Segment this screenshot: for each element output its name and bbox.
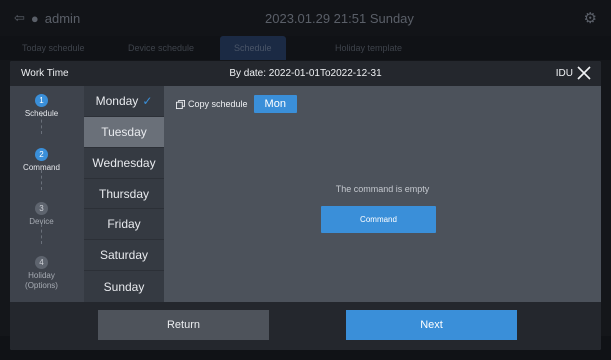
day-item-sunday[interactable]: Sunday: [84, 271, 164, 302]
dialog-header: Work Time By date: 2022-01-01To2022-12-3…: [10, 61, 601, 86]
work-time-dialog: Work Time By date: 2022-01-01To2022-12-3…: [10, 61, 601, 350]
step-holiday[interactable]: 4 Holiday (Options): [10, 256, 73, 291]
day-label: Wednesday: [92, 155, 156, 170]
exit-icon: ⇦: [14, 10, 25, 25]
step-number-badge: 4: [35, 256, 48, 269]
day-item-friday[interactable]: Friday: [84, 209, 164, 241]
step-device[interactable]: 3 Device: [10, 202, 73, 226]
day-item-saturday[interactable]: Saturday: [84, 240, 164, 272]
day-label: Tuesday: [101, 124, 147, 139]
copy-icon: [176, 99, 185, 109]
day-label: Monday: [95, 93, 139, 108]
checkmark-icon: ✓: [142, 93, 153, 108]
background-tab-device: Device schedule: [128, 43, 195, 53]
background-user: ⇦ ● admin: [14, 10, 80, 26]
dialog-footer: Return Next: [10, 302, 601, 350]
next-button[interactable]: Next: [346, 310, 517, 340]
step-label: Holiday (Options): [25, 271, 58, 290]
step-connector: [41, 224, 42, 244]
copy-schedule-row: Copy schedule Mon: [176, 95, 297, 113]
step-command[interactable]: 2 Command: [10, 148, 73, 172]
background-topbar: ⇦ ● admin 2023.01.29 21:51 Sunday ⚙: [0, 0, 611, 36]
step-label: Schedule: [24, 109, 59, 118]
background-tab-schedule: Schedule: [220, 36, 286, 60]
weekday-list: Monday ✓ Tuesday Wednesday Thursday Frid…: [84, 86, 164, 302]
date-range-label: By date: 2022-01-01To2022-12-31: [229, 68, 382, 79]
day-item-wednesday[interactable]: Wednesday: [84, 148, 164, 179]
copy-source-day-button[interactable]: Mon: [253, 95, 297, 113]
gear-icon: ⚙: [583, 10, 597, 27]
close-icon[interactable]: [576, 65, 592, 81]
day-item-thursday[interactable]: Thursday: [84, 179, 164, 210]
background-tab-today: Today schedule: [22, 43, 85, 53]
background-tab-holiday: Holiday template: [335, 43, 403, 53]
step-label: Command: [23, 163, 60, 172]
day-label: Sunday: [103, 279, 145, 294]
background-tabs: Today schedule Device schedule Schedule …: [0, 36, 611, 60]
day-item-tuesday[interactable]: Tuesday: [84, 116, 164, 148]
day-label: Thursday: [98, 186, 150, 201]
day-label: Saturday: [99, 248, 149, 263]
day-label: Friday: [107, 217, 141, 232]
return-button[interactable]: Return: [98, 310, 269, 340]
command-button[interactable]: Command: [321, 206, 436, 233]
command-content-panel: Copy schedule Mon The command is empty C…: [164, 86, 601, 302]
day-item-monday[interactable]: Monday ✓: [84, 86, 164, 117]
copy-schedule-label[interactable]: Copy schedule: [188, 99, 248, 109]
step-number-badge: 2: [35, 148, 48, 161]
step-number-badge: 3: [35, 202, 48, 215]
user-icon: ●: [30, 10, 39, 26]
empty-command-message: The command is empty: [335, 184, 430, 194]
idu-label: IDU: [555, 68, 573, 79]
background-datetime: 2023.01.29 21:51 Sunday: [265, 11, 414, 26]
step-label: Device: [29, 217, 54, 226]
step-number-badge: 1: [35, 94, 48, 107]
background-user-name: admin: [44, 10, 81, 26]
step-connector: [41, 170, 42, 190]
wizard-stepper: 1 Schedule 2 Command 3 Device 4 Holiday …: [10, 86, 73, 302]
step-schedule[interactable]: 1 Schedule: [10, 94, 73, 118]
